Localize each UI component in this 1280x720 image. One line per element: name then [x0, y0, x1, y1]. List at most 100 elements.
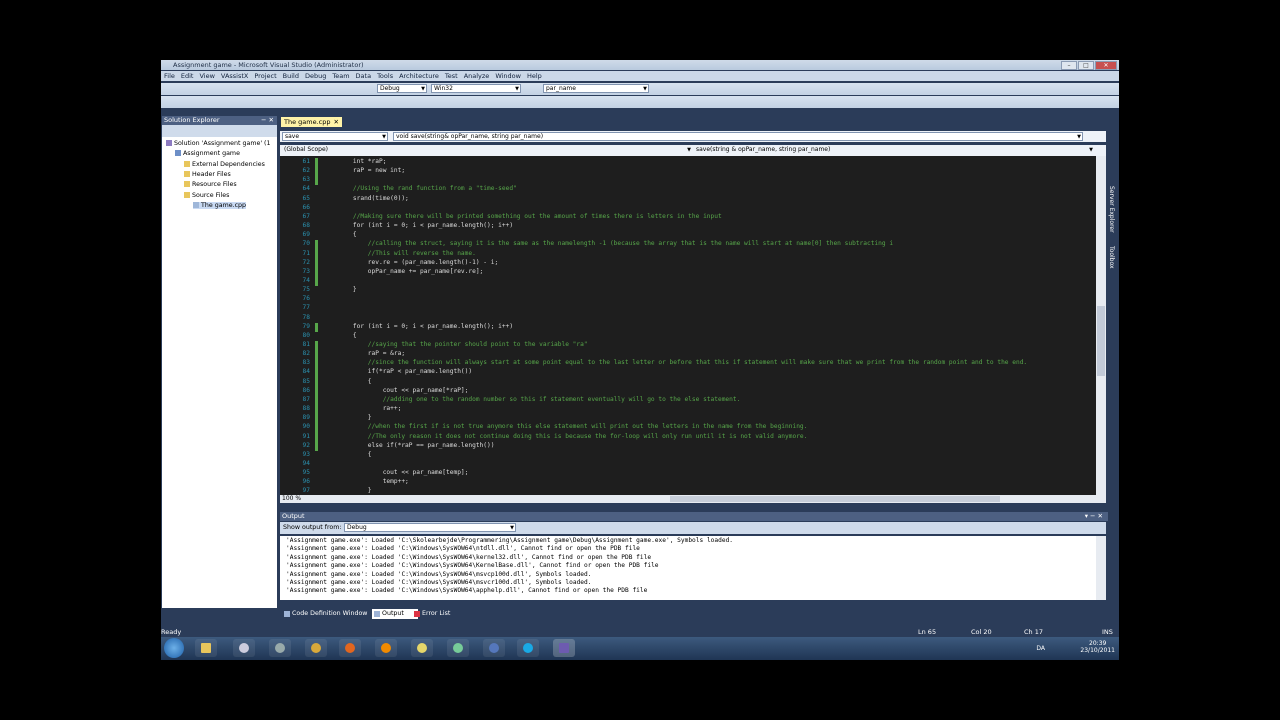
tree-item-label: Source Files	[192, 191, 230, 199]
line-number: 70	[302, 240, 310, 248]
menu-architecture[interactable]: Architecture	[396, 71, 442, 81]
minimize-button[interactable]: –	[1061, 61, 1077, 70]
settings-taskbar-icon[interactable]	[447, 639, 469, 657]
start-button[interactable]	[164, 638, 184, 658]
zoom-level[interactable]: 100 %	[282, 495, 301, 502]
code-definition-icon	[284, 611, 290, 617]
code-line: //adding one to the random number so thi…	[338, 395, 741, 403]
folder-icon	[184, 181, 190, 188]
line-number: 81	[302, 341, 310, 348]
tree-item[interactable]: External Dependencies	[184, 160, 265, 168]
server-explorer-tab[interactable]: Server Explorer	[1108, 186, 1115, 233]
explorer-taskbar-icon[interactable]	[195, 639, 217, 657]
line-number: 90	[302, 423, 310, 431]
firefox-taskbar-icon[interactable]	[339, 639, 361, 657]
close-tab-icon[interactable]: ✕	[334, 117, 339, 127]
title-bar: Assignment game - Microsoft Visual Studi…	[161, 60, 1119, 70]
toolbox-tab[interactable]: Toolbox	[1108, 246, 1115, 269]
tree-item[interactable]: Header Files	[184, 170, 231, 178]
app-taskbar-icon[interactable]	[269, 639, 291, 657]
menu-team[interactable]: Team	[329, 71, 352, 81]
close-button[interactable]: ✕	[1095, 61, 1117, 70]
code-line: if(*raP < par_name.length())	[338, 368, 473, 376]
code-editor[interactable]: 61 int *raP; 62 raP = new int; 63 64 //Usin…	[280, 156, 1096, 495]
code-line: //since the function will always start a…	[338, 359, 1028, 367]
menu-view[interactable]: View	[196, 71, 217, 81]
winamp-taskbar-icon[interactable]	[305, 639, 327, 657]
menu-analyze[interactable]: Analyze	[461, 71, 493, 81]
nav-left-dropdown[interactable]: save ▼	[282, 132, 388, 141]
line-number: 76	[302, 295, 310, 303]
tree-item[interactable]: Resource Files	[184, 181, 237, 188]
language-indicator[interactable]: DA	[1036, 645, 1045, 652]
side-tool-strip: Server Explorer Toolbox	[1106, 116, 1119, 616]
line-number: 85	[302, 377, 310, 385]
config-dropdown[interactable]: Debug ▼	[377, 84, 427, 93]
scope-dropdown[interactable]: (Global Scope) ▼	[282, 146, 692, 155]
vlc-taskbar-icon[interactable]	[375, 639, 397, 657]
tree-item[interactable]: Assignment game	[175, 150, 240, 157]
bottom-tabs: Code Definition Window Output Error List	[161, 608, 1106, 620]
output-pane[interactable]: 'Assignment game.exe': Loaded 'C:\Skolea…	[280, 536, 1096, 600]
show-output-dropdown[interactable]: Debug ▼	[344, 523, 516, 532]
nav-function-dropdown[interactable]: void save(string& opPar_name, string par…	[393, 132, 1083, 141]
code-line: int *raP;	[338, 158, 387, 165]
line-number: 78	[302, 313, 310, 321]
media-taskbar-icon[interactable]	[233, 639, 255, 657]
code-line: {	[338, 450, 372, 458]
menu-build[interactable]: Build	[280, 71, 302, 81]
menu-test[interactable]: Test	[442, 71, 461, 81]
folder-taskbar-icon[interactable]	[411, 639, 433, 657]
menu-file[interactable]: File	[161, 71, 178, 81]
menu-edit[interactable]: Edit	[178, 71, 197, 81]
cpp-file-icon	[193, 201, 199, 208]
member-dropdown[interactable]: save(string & opPar_name, string par_nam…	[694, 146, 1094, 155]
clock-time[interactable]: 20:39	[1080, 640, 1115, 647]
tree-item-label: The game.cpp	[201, 201, 247, 209]
menu-help[interactable]: Help	[524, 71, 545, 81]
line-number: 86	[302, 386, 310, 394]
menu-data[interactable]: Data	[353, 71, 375, 81]
tree-item-label: Solution 'Assignment game' (1	[174, 140, 271, 147]
find-dropdown[interactable]: par_name ▼	[543, 84, 649, 93]
line-number: 63	[302, 176, 310, 184]
menu-project[interactable]: Project	[251, 71, 279, 81]
tree-item[interactable]: Solution 'Assignment game' (1	[166, 140, 271, 147]
clock-date[interactable]: 23/10/2011	[1080, 647, 1115, 654]
status-bar: Ready Ln 65 Col 20 Ch 17 INS	[161, 626, 1119, 637]
editor-horizontal-scrollbar[interactable]: 100 %	[280, 495, 1106, 503]
maximize-button[interactable]: □	[1078, 61, 1094, 70]
output-scrollbar[interactable]	[1096, 536, 1106, 600]
menu-debug[interactable]: Debug	[302, 71, 329, 81]
close-output-icon[interactable]: ▾ − ✕	[1085, 512, 1103, 521]
output-line: 'Assignment game.exe': Loaded 'C:\Window…	[286, 553, 652, 561]
change-marker	[315, 158, 318, 186]
tree-item[interactable]: Source Files	[184, 191, 230, 199]
menu-tools[interactable]: Tools	[374, 71, 396, 81]
code-line: rev.re = (par_name.length()-1) - i;	[338, 258, 499, 266]
code-line: //The only reason it does not continue d…	[338, 432, 808, 440]
code-line: //Making sure there will be printed some…	[338, 212, 722, 220]
line-number: 67	[302, 212, 310, 220]
tree-item[interactable]: The game.cpp	[193, 201, 247, 209]
status-char: Ch 17	[1024, 628, 1043, 636]
output-line: 'Assignment game.exe': Loaded 'C:\Window…	[286, 562, 659, 570]
line-number: 84	[302, 368, 310, 376]
tab-code-definition-window[interactable]: Code Definition Window	[282, 609, 380, 619]
skype-taskbar-icon[interactable]	[517, 639, 539, 657]
tab-error-list[interactable]: Error List	[412, 609, 464, 619]
output-line: 'Assignment game.exe': Loaded 'C:\Window…	[286, 579, 592, 586]
line-number: 61	[302, 158, 310, 165]
pin-icon[interactable]: − ✕	[261, 116, 274, 125]
menu-vassistx[interactable]: VAssistX	[218, 71, 251, 81]
change-marker	[315, 341, 318, 451]
code-line: cout << par_name[*raP];	[338, 386, 469, 394]
status-ins: INS	[1102, 628, 1113, 636]
visual-studio-taskbar-icon[interactable]	[553, 639, 575, 657]
menu-window[interactable]: Window	[492, 71, 524, 81]
platform-dropdown[interactable]: Win32 ▼	[431, 84, 521, 93]
vs-window: Assignment game - Microsoft Visual Studi…	[161, 60, 1119, 660]
editor-vertical-scrollbar[interactable]	[1096, 156, 1106, 495]
tab-the-game-cpp[interactable]: The game.cpp ✕	[281, 117, 342, 127]
dotnet-taskbar-icon[interactable]	[483, 639, 505, 657]
